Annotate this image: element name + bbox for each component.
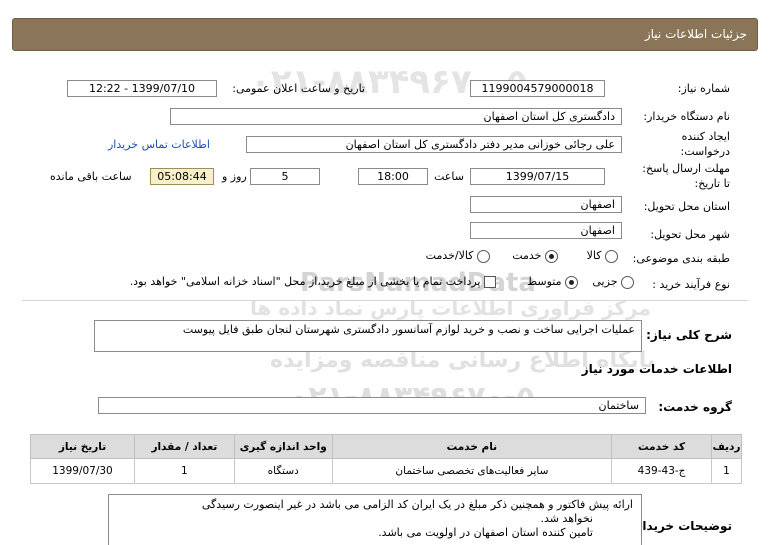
purchase-option-minor[interactable]: جزیی: [592, 275, 634, 289]
radio-selected-icon[interactable]: [565, 275, 578, 289]
creator-field[interactable]: علی رجائی خوزانی مدیر دفتر دادگستری کل ا…: [246, 136, 622, 153]
col-header-row-number: ردیف: [711, 434, 742, 459]
city-field[interactable]: اصفهان: [470, 222, 622, 239]
creator-label-line2: درخواست:: [680, 145, 730, 158]
radio-icon[interactable]: [477, 249, 490, 263]
purchase-option-medium[interactable]: متوسط: [527, 275, 578, 289]
col-header-service-code: کد خدمت: [611, 434, 713, 459]
province-field[interactable]: اصفهان: [470, 196, 622, 213]
days-remaining-field[interactable]: 5: [250, 168, 320, 185]
province-label: استان محل تحویل:: [643, 200, 730, 213]
city-label: شهر محل تحویل:: [650, 228, 730, 241]
col-header-service-name: نام خدمت: [331, 434, 613, 459]
deadline-time-label: ساعت: [434, 170, 464, 183]
buyer-notes-line: ارائه پیش فاکتور و همچنین ذکر مبلغ در یک…: [201, 498, 633, 511]
services-table: ردیف کد خدمت نام خدمت واحد اندازه گیری ت…: [30, 434, 742, 484]
page-header: جزئیات اطلاعات نیاز: [12, 18, 758, 51]
col-header-unit: واحد اندازه گیری: [233, 434, 333, 459]
buyer-contact-link[interactable]: اطلاعات تماس خریدار: [108, 138, 210, 151]
cell-service-name: سایر فعالیت‌های تخصصی ساختمان: [331, 458, 613, 484]
cell-quantity: 1: [133, 458, 235, 484]
purchase-type-label: نوع فرآیند خرید :: [652, 278, 730, 291]
buyer-notes-field[interactable]: ارائه پیش فاکتور و همچنین ذکر مبلغ در یک…: [108, 494, 642, 545]
cell-service-code: ج-43-439: [611, 458, 713, 484]
deadline-label-line2: تا تاریخ:: [694, 177, 730, 190]
radio-selected-icon[interactable]: [545, 249, 558, 263]
description-field[interactable]: عملیات اجرایی ساخت و نصب و خرید لوازم آس…: [94, 320, 642, 352]
col-header-need-date: تاریخ نیاز: [30, 434, 135, 459]
deadline-date-field[interactable]: 1399/07/15: [470, 168, 605, 185]
days-label: روز و: [222, 170, 247, 183]
service-group-field[interactable]: ساختمان: [98, 397, 646, 414]
announce-date-label: تاریخ و ساعت اعلان عمومی:: [232, 82, 365, 95]
remaining-time-field: 05:08:44: [150, 168, 214, 185]
checkbox-icon[interactable]: [484, 276, 496, 288]
category-option-goods[interactable]: کالا: [587, 249, 618, 263]
radio-icon[interactable]: [605, 249, 618, 263]
deadline-label-line1: مهلت ارسال پاسخ:: [642, 162, 730, 175]
radio-icon[interactable]: [621, 275, 634, 289]
buyer-notes-line: نخواهد شد.: [540, 512, 593, 525]
col-header-quantity: تعداد / مقدار: [133, 434, 235, 459]
need-number-field[interactable]: 1199004579000018: [470, 80, 605, 97]
buyer-org-label: نام دستگاه خریدار:: [643, 110, 730, 123]
need-number-label: شماره نیاز:: [677, 82, 730, 95]
creator-label-line1: ایجاد کننده: [681, 130, 730, 143]
cell-need-date: 1399/07/30: [30, 458, 135, 484]
table-header-row: ردیف کد خدمت نام خدمت واحد اندازه گیری ت…: [30, 434, 742, 459]
cell-row-number: 1: [711, 458, 742, 484]
category-label: طبقه بندی موضوعی:: [632, 252, 730, 265]
category-option-goods-service[interactable]: کالا/خدمت: [426, 249, 490, 263]
buyer-notes-line: تامین کننده استان اصفهان در اولویت می با…: [378, 526, 593, 539]
announce-date-field[interactable]: 1399/07/10 - 12:22: [67, 80, 217, 97]
cell-unit: دستگاه: [233, 458, 333, 484]
page-title: جزئیات اطلاعات نیاز: [644, 27, 747, 41]
description-label: شرح کلی نیاز:: [646, 328, 732, 342]
service-group-label: گروه خدمت:: [658, 400, 732, 414]
buyer-org-field[interactable]: دادگستری کل استان اصفهان: [170, 108, 622, 125]
services-section-title: اطلاعات خدمات مورد نیاز: [581, 362, 732, 376]
section-divider: [22, 300, 748, 301]
treasury-payment-option[interactable]: پرداخت تمام یا بخشی از مبلغ خرید،از محل …: [130, 275, 496, 288]
remaining-time-label: ساعت باقی مانده: [50, 170, 132, 183]
deadline-time-field[interactable]: 18:00: [358, 168, 428, 185]
buyer-notes-label: توضیحات خریدار:: [630, 519, 732, 533]
category-option-service[interactable]: خدمت: [512, 249, 558, 263]
table-row: 1 ج-43-439 سایر فعالیت‌های تخصصی ساختمان…: [30, 458, 742, 484]
